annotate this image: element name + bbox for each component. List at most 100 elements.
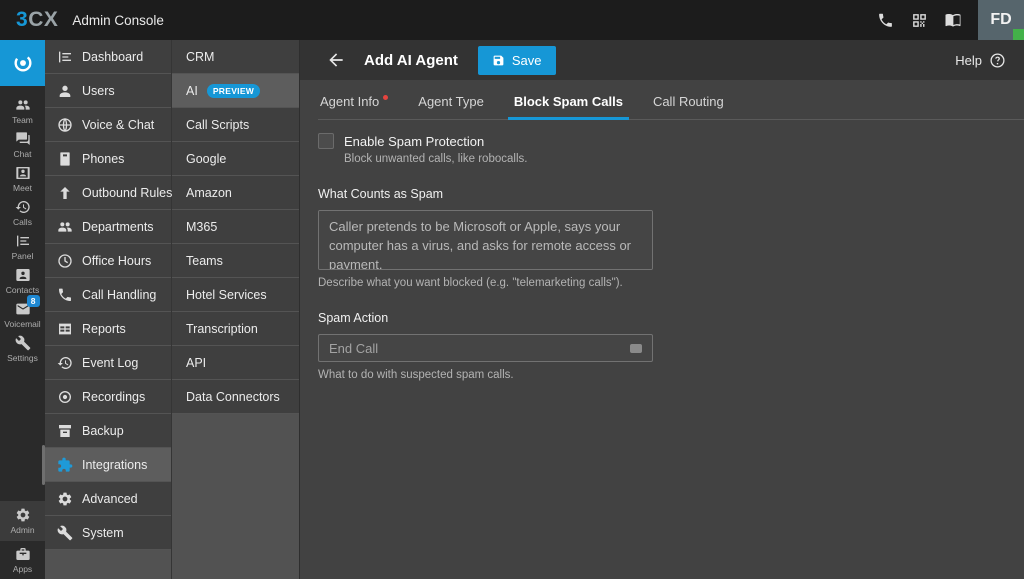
departments-icon	[58, 222, 71, 231]
sidebar-item-voice-chat[interactable]: Voice & Chat	[45, 108, 171, 142]
tab-label: Agent Info	[320, 94, 379, 109]
submenu-item-amazon[interactable]: Amazon	[172, 176, 299, 210]
sidebar-item-label: Office Hours	[82, 254, 151, 268]
rail-label: Apps	[13, 564, 32, 574]
sidebar-item-label: Departments	[82, 220, 154, 234]
rail-item-chat[interactable]: Chat	[0, 128, 45, 162]
reports-icon	[59, 323, 71, 334]
logo-cx: CX	[28, 8, 58, 32]
handset-icon	[59, 288, 71, 300]
sidebar-item-advanced[interactable]: Advanced	[45, 482, 171, 516]
sidebar-item-label: Dashboard	[82, 50, 143, 64]
select-handle-icon	[630, 344, 642, 353]
spam-settings-form: Enable Spam Protection Block unwanted ca…	[300, 120, 1024, 381]
submenu-item-teams[interactable]: Teams	[172, 244, 299, 278]
spam-action-select[interactable]: End Call	[318, 334, 653, 362]
rail-label: Contacts	[6, 285, 40, 295]
rail-label: Calls	[13, 217, 32, 227]
submenu-item-label: Hotel Services	[186, 288, 267, 302]
submenu-item-google[interactable]: Google	[172, 142, 299, 176]
rail-item-apps[interactable]: Apps	[0, 541, 45, 579]
sidebar-item-dashboard[interactable]: Dashboard	[45, 40, 171, 74]
submenu-item-label: CRM	[186, 50, 214, 64]
submenu-item-api[interactable]: API	[172, 346, 299, 380]
rail-scrollbar[interactable]	[42, 445, 45, 485]
recordings-icon	[60, 391, 71, 402]
sidebar-item-phones[interactable]: Phones	[45, 142, 171, 176]
qr-code-button[interactable]	[902, 0, 936, 40]
page-title: Add AI Agent	[364, 52, 458, 69]
submenu-item-m365[interactable]: M365	[172, 210, 299, 244]
3cx-logo: 3CX	[16, 8, 58, 32]
rail-item-admin[interactable]: Admin	[0, 501, 45, 541]
rail-item-meet[interactable]: Meet	[0, 162, 45, 196]
sidebar-item-users[interactable]: Users	[45, 74, 171, 108]
documentation-button[interactable]	[936, 0, 970, 40]
rail-item-calls[interactable]: Calls	[0, 196, 45, 230]
submenu-item-label: API	[186, 356, 206, 370]
spam-action-value: End Call	[329, 341, 378, 356]
submenu-item-ai[interactable]: AI PREVIEW	[172, 74, 299, 108]
sidebar-item-reports[interactable]: Reports	[45, 312, 171, 346]
enable-spam-protection-checkbox[interactable]	[318, 133, 334, 149]
submenu-item-transcription[interactable]: Transcription	[172, 312, 299, 346]
sidebar-item-label: Integrations	[82, 458, 147, 472]
settings-wrench-icon	[15, 336, 30, 351]
dashboard-icon	[59, 51, 71, 62]
rail-label: Panel	[12, 251, 34, 261]
voicemail-count-badge: 8	[27, 295, 40, 307]
tab-agent-type[interactable]: Agent Type	[416, 94, 486, 119]
app-title: Admin Console	[72, 13, 164, 28]
user-avatar[interactable]: FD	[978, 0, 1024, 40]
chat-icon	[16, 132, 29, 145]
spam-action-label: Spam Action	[318, 311, 1006, 325]
integrations-submenu: CRM AI PREVIEW Call Scripts Google Amazo…	[172, 40, 300, 579]
save-button[interactable]: Save	[478, 46, 556, 75]
tab-agent-info[interactable]: Agent Info	[318, 94, 390, 119]
logo-3: 3	[16, 8, 28, 32]
back-button[interactable]	[326, 50, 346, 70]
admin-sidebar: Dashboard Users Voice & Chat Phones Outb…	[45, 40, 172, 579]
tab-label: Call Routing	[653, 94, 724, 109]
submenu-item-data-connectors[interactable]: Data Connectors	[172, 380, 299, 414]
help-button[interactable]: Help	[955, 52, 1006, 69]
rail-item-contacts[interactable]: Contacts	[0, 264, 45, 298]
sidebar-item-label: Outbound Rules	[82, 186, 172, 200]
avatar-initials: FD	[990, 11, 1011, 29]
submenu-item-hotel-services[interactable]: Hotel Services	[172, 278, 299, 312]
page-header: Add AI Agent Save Help	[300, 40, 1024, 80]
sidebar-item-departments[interactable]: Departments	[45, 210, 171, 244]
contacts-icon	[16, 269, 29, 281]
sidebar-item-call-handling[interactable]: Call Handling	[45, 278, 171, 312]
sidebar-item-event-log[interactable]: Event Log	[45, 346, 171, 380]
tab-call-routing[interactable]: Call Routing	[651, 94, 726, 119]
preview-badge: PREVIEW	[207, 84, 260, 98]
softphone-button[interactable]	[868, 0, 902, 40]
event-log-icon	[58, 356, 72, 368]
sidebar-item-system[interactable]: System	[45, 516, 171, 550]
sidebar-item-office-hours[interactable]: Office Hours	[45, 244, 171, 278]
submenu-item-crm[interactable]: CRM	[172, 40, 299, 74]
spam-description-textarea[interactable]: Caller pretends to be Microsoft or Apple…	[318, 210, 653, 270]
admin-console-icon	[15, 56, 30, 71]
rail-label: Settings	[7, 353, 38, 363]
submenu-item-call-scripts[interactable]: Call Scripts	[172, 108, 299, 142]
rail-item-settings[interactable]: Settings	[0, 332, 45, 366]
desk-phone-icon	[60, 152, 69, 165]
agent-tabs: Agent Info Agent Type Block Spam Calls C…	[318, 94, 1024, 120]
phone-icon	[879, 13, 892, 26]
rail-item-team[interactable]: Team	[0, 94, 45, 128]
enable-spam-protection-help: Block unwanted calls, like robocalls.	[344, 153, 1006, 165]
book-icon	[946, 14, 961, 27]
rail-item-panel[interactable]: Panel	[0, 230, 45, 264]
tab-block-spam-calls[interactable]: Block Spam Calls	[512, 94, 625, 119]
rail-item-admin-console[interactable]	[0, 40, 45, 86]
team-icon	[16, 100, 29, 109]
rail-item-voicemail[interactable]: 8 Voicemail	[0, 298, 45, 332]
sidebar-item-recordings[interactable]: Recordings	[45, 380, 171, 414]
sidebar-item-outbound-rules[interactable]: Outbound Rules	[45, 176, 171, 210]
sidebar-item-backup[interactable]: Backup	[45, 414, 171, 448]
sidebar-item-integrations[interactable]: Integrations	[45, 448, 171, 482]
users-icon	[60, 85, 71, 96]
sidebar-item-label: Users	[82, 84, 115, 98]
